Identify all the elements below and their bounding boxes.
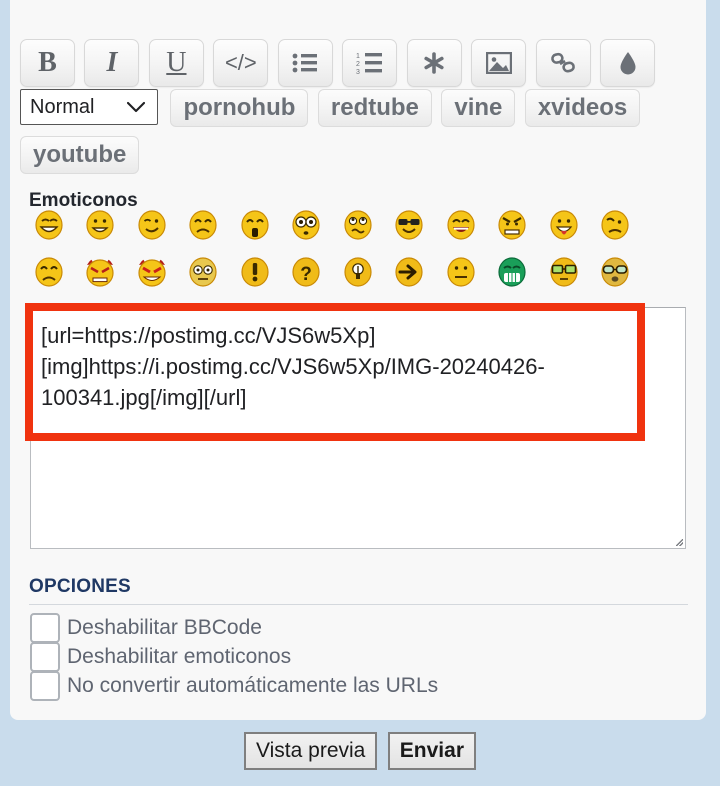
emoticon-question-icon[interactable]: ? [291,257,321,287]
water-drop-icon [620,52,636,75]
pornohub-button[interactable]: pornohub [170,89,309,127]
emoticon-geek-glasses-icon[interactable] [600,257,630,287]
link-button[interactable] [535,39,591,87]
site-embed-toolbar: Normal pornohub redtube vine xvideos you… [20,89,690,183]
option-row-no-auto-urls: No convertir automáticamente las URLs [30,670,680,701]
chevron-down-icon [127,90,145,124]
emoticon-devil-grin-icon[interactable] [137,257,167,287]
format-select-value: Normal [30,96,95,118]
emoticon-tongue-out-icon[interactable] [549,210,579,240]
code-icon: </> [224,50,257,75]
bullet-list-button[interactable] [277,39,333,87]
options-divider [29,604,688,605]
submit-button[interactable]: Enviar [387,732,476,770]
numbered-list-icon: 1 2 3 [356,53,383,74]
numbered-list-button[interactable]: 1 2 3 [342,39,398,87]
xvideos-button[interactable]: xvideos [524,89,641,127]
options-list: Deshabilitar BBCode Deshabilitar emotico… [30,612,680,701]
disable-emoticons-checkbox[interactable] [30,641,60,672]
emoticon-idea-lightbulb-icon[interactable] [343,257,373,287]
link-icon [551,52,576,73]
emoticon-nerd-glasses-icon[interactable] [549,257,579,287]
vine-button[interactable]: vine [441,89,516,127]
bold-button[interactable]: B [20,39,75,87]
message-editor-wrapper [30,307,686,549]
emoticons-heading: Emoticonos [29,190,138,211]
emoticon-sad-icon[interactable] [600,210,630,240]
form-actions: Vista previa Enviar [0,732,720,770]
emoticon-worried-icon[interactable] [188,210,218,240]
underline-icon: U [166,47,187,78]
emoticon-arrow-right-icon[interactable] [394,257,424,287]
emoticon-neutral-icon[interactable] [446,257,476,287]
format-select[interactable]: Normal [20,89,158,125]
emoticon-grin-icon[interactable] [34,210,64,240]
image-icon [485,52,512,74]
asterisk-button[interactable] [406,39,462,87]
emoticons-palette: ? [34,210,694,304]
emoticon-wide-eyes-icon[interactable] [291,210,321,240]
italic-button[interactable]: I [84,39,140,87]
disable-bbcode-label: Deshabilitar BBCode [67,615,262,639]
disable-bbcode-checkbox[interactable] [30,612,60,643]
bold-icon: B [38,47,57,78]
emoticon-exclamation-icon[interactable] [240,257,270,287]
emoticon-surprised-icon[interactable] [240,210,270,240]
message-textarea[interactable] [30,307,686,549]
emoticon-green-grin-icon[interactable] [497,257,527,287]
no-auto-urls-checkbox[interactable] [30,670,60,701]
preview-button[interactable]: Vista previa [244,732,378,770]
formatting-toolbar: B I U </> 1 2 3 [20,39,680,95]
emoticon-confused-icon[interactable] [188,257,218,287]
options-heading: OPCIONES [29,576,131,597]
color-button[interactable] [600,39,656,87]
underline-button[interactable]: U [148,39,204,87]
emoticon-smile-icon[interactable] [85,210,115,240]
youtube-button[interactable]: youtube [20,136,140,174]
option-row-disable-bbcode: Deshabilitar BBCode [30,612,680,643]
bullet-list-icon [292,53,318,73]
emoticon-angry-icon[interactable] [497,210,527,240]
image-button[interactable] [471,39,527,87]
no-auto-urls-label: No convertir automáticamente las URLs [67,673,439,697]
svg-text:?: ? [300,264,312,285]
disable-emoticons-label: Deshabilitar emoticonos [67,644,292,668]
emoticon-rolling-eyes-icon[interactable] [343,210,373,240]
asterisk-icon [424,52,444,74]
code-button[interactable]: </> [213,39,269,87]
emoticon-laugh-icon[interactable] [446,210,476,240]
textarea-resize-handle[interactable] [674,537,684,547]
svg-text:2: 2 [356,61,360,68]
emoticon-cool-sunglasses-icon[interactable] [394,210,424,240]
option-row-disable-emoticons: Deshabilitar emoticonos [30,641,680,672]
emoticon-frown-icon[interactable] [34,257,64,287]
italic-icon: I [106,47,118,78]
redtube-button[interactable]: redtube [317,89,432,127]
svg-text:3: 3 [356,69,360,74]
svg-text:1: 1 [356,53,360,60]
emoticon-devil-angry-icon[interactable] [85,257,115,287]
emoticon-wink-icon[interactable] [137,210,167,240]
